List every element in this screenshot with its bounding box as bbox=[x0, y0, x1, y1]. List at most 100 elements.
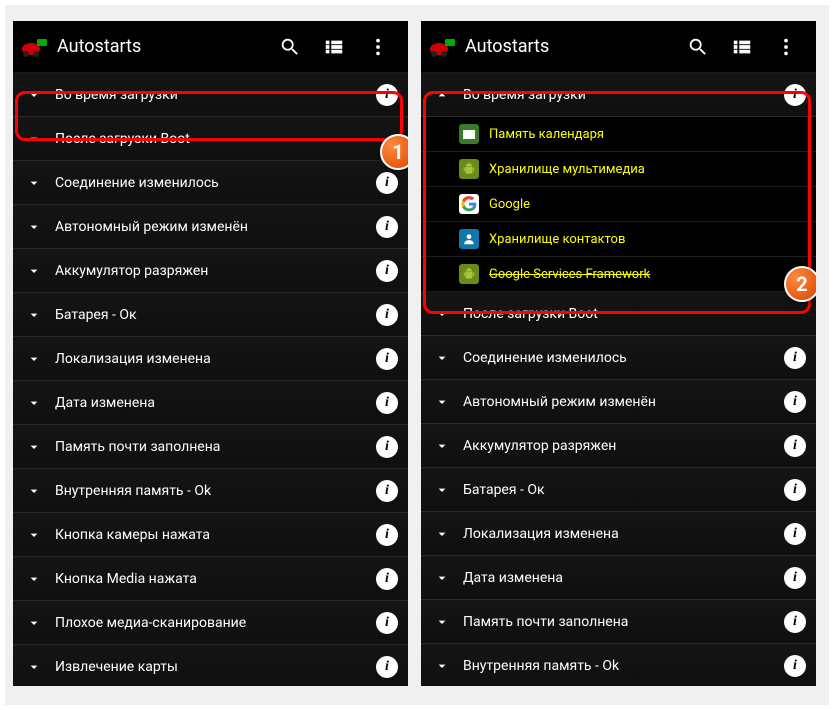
event-label: Локализация изменена bbox=[463, 526, 784, 542]
search-button[interactable] bbox=[268, 25, 312, 69]
info-icon[interactable]: i bbox=[784, 479, 806, 501]
toolbar: Autostarts bbox=[13, 21, 408, 73]
chevron-down-icon bbox=[23, 615, 45, 631]
event-row[interactable]: Автономный режим изменёнi bbox=[421, 380, 816, 424]
event-row[interactable]: Во время загрузкиi bbox=[13, 73, 408, 117]
info-icon[interactable]: i bbox=[784, 347, 806, 369]
info-icon[interactable]: i bbox=[376, 216, 398, 238]
info-icon[interactable]: i bbox=[784, 611, 806, 633]
app-entry[interactable]: Память календаря bbox=[421, 117, 816, 152]
event-row[interactable]: Батарея - Окi bbox=[13, 293, 408, 337]
chevron-down-icon bbox=[431, 570, 453, 586]
event-row[interactable]: Аккумулятор разряженi bbox=[421, 424, 816, 468]
app-label: Хранилище контактов bbox=[489, 232, 806, 247]
event-row[interactable]: Память почти заполненаi bbox=[13, 425, 408, 469]
event-label: Дата изменена bbox=[55, 395, 376, 411]
info-icon[interactable]: i bbox=[376, 568, 398, 590]
event-row[interactable]: Дата измененаi bbox=[421, 556, 816, 600]
event-label: Батарея - Ок bbox=[463, 482, 784, 498]
event-list: Во время загрузкиiПосле загрузки BootСое… bbox=[13, 73, 408, 686]
chevron-down-icon bbox=[431, 394, 453, 410]
event-row[interactable]: Дата измененаi bbox=[13, 381, 408, 425]
chevron-down-icon bbox=[431, 526, 453, 542]
app-entry[interactable]: Google bbox=[421, 187, 816, 222]
app-entry[interactable]: Google Services Framework bbox=[421, 257, 816, 292]
info-icon[interactable]: i bbox=[376, 260, 398, 282]
event-label: После загрузки Boot bbox=[55, 131, 398, 147]
info-icon[interactable]: i bbox=[376, 172, 398, 194]
contacts-icon bbox=[459, 229, 479, 249]
event-row[interactable]: Соединение изменилосьi bbox=[13, 161, 408, 205]
event-row[interactable]: Автономный режим изменёнi bbox=[13, 205, 408, 249]
tutorial-badge-2: 2 bbox=[784, 266, 816, 302]
event-row[interactable]: Соединение изменилосьi bbox=[421, 336, 816, 380]
android-icon bbox=[459, 264, 479, 284]
event-label: Батарея - Ок bbox=[55, 307, 376, 323]
app-label: Google Services Framework bbox=[489, 267, 806, 282]
event-label: Кнопка камеры нажата bbox=[55, 527, 376, 543]
search-button[interactable] bbox=[676, 25, 720, 69]
info-icon[interactable]: i bbox=[784, 523, 806, 545]
overflow-menu-button[interactable] bbox=[764, 25, 808, 69]
view-list-button[interactable] bbox=[720, 25, 764, 69]
info-icon[interactable]: i bbox=[784, 655, 806, 677]
event-row[interactable]: Локализация измененаi bbox=[13, 337, 408, 381]
event-label: Плохое медиа-сканирование bbox=[55, 615, 376, 631]
chevron-down-icon bbox=[23, 307, 45, 323]
info-icon[interactable]: i bbox=[784, 84, 806, 106]
event-label: Извлечение карты bbox=[55, 659, 376, 675]
info-icon[interactable]: i bbox=[376, 436, 398, 458]
info-icon[interactable]: i bbox=[376, 348, 398, 370]
event-row[interactable]: Внутренняя память - Oki bbox=[13, 469, 408, 513]
event-row[interactable]: Аккумулятор разряженi bbox=[13, 249, 408, 293]
info-icon[interactable]: i bbox=[376, 524, 398, 546]
event-label: Память почти заполнена bbox=[463, 614, 784, 630]
event-label: Аккумулятор разряжен bbox=[463, 438, 784, 454]
info-icon[interactable]: i bbox=[376, 612, 398, 634]
info-icon[interactable]: i bbox=[376, 480, 398, 502]
info-icon[interactable]: i bbox=[376, 656, 398, 678]
event-label: Внутренняя память - Ok bbox=[463, 658, 784, 674]
event-row[interactable]: Кнопка Media нажатаi bbox=[13, 557, 408, 601]
event-label: Внутренняя память - Ok bbox=[55, 483, 376, 499]
event-label: После загрузки Boot bbox=[463, 306, 806, 322]
event-row[interactable]: Кнопка камеры нажатаi bbox=[13, 513, 408, 557]
event-list: Во время загрузкиi Память календаря Хранил… bbox=[421, 73, 816, 686]
app-label: Google bbox=[489, 197, 806, 212]
info-icon[interactable]: i bbox=[376, 84, 398, 106]
app-title: Autostarts bbox=[465, 36, 676, 57]
app-entry[interactable]: Хранилище контактов bbox=[421, 222, 816, 257]
event-label: Аккумулятор разряжен bbox=[55, 263, 376, 279]
event-label: Во время загрузки bbox=[55, 87, 376, 103]
chevron-up-icon bbox=[431, 87, 453, 103]
app-label: Память календаря bbox=[489, 127, 806, 142]
event-row[interactable]: Локализация измененаi bbox=[421, 512, 816, 556]
view-list-button[interactable] bbox=[312, 25, 356, 69]
chevron-down-icon bbox=[23, 439, 45, 455]
phone-left: Autostarts Во время загрузкиiПосле загру… bbox=[13, 21, 408, 686]
event-row[interactable]: Во время загрузкиi bbox=[421, 73, 816, 117]
chevron-down-icon bbox=[431, 438, 453, 454]
overflow-menu-button[interactable] bbox=[356, 25, 400, 69]
info-icon[interactable]: i bbox=[784, 567, 806, 589]
info-icon[interactable]: i bbox=[376, 304, 398, 326]
chevron-down-icon bbox=[23, 351, 45, 367]
event-row[interactable]: После загрузки Boot bbox=[13, 117, 408, 161]
calendar-icon bbox=[459, 124, 479, 144]
event-row[interactable]: Плохое медиа-сканированиеi bbox=[13, 601, 408, 645]
chevron-down-icon bbox=[431, 350, 453, 366]
event-row[interactable]: Батарея - Окi bbox=[421, 468, 816, 512]
chevron-down-icon bbox=[23, 175, 45, 191]
info-icon[interactable]: i bbox=[376, 392, 398, 414]
chevron-down-icon bbox=[431, 482, 453, 498]
toolbar: Autostarts bbox=[421, 21, 816, 73]
event-row[interactable]: Извлечение картыi bbox=[13, 645, 408, 686]
app-label: Хранилище мультимедиа bbox=[489, 162, 806, 177]
event-row[interactable]: Внутренняя память - Oki bbox=[421, 644, 816, 686]
app-entry[interactable]: Хранилище мультимедиа bbox=[421, 152, 816, 187]
event-row[interactable]: После загрузки Boot bbox=[421, 292, 816, 336]
event-label: Соединение изменилось bbox=[463, 350, 784, 366]
info-icon[interactable]: i bbox=[784, 391, 806, 413]
event-row[interactable]: Память почти заполненаi bbox=[421, 600, 816, 644]
info-icon[interactable]: i bbox=[784, 435, 806, 457]
